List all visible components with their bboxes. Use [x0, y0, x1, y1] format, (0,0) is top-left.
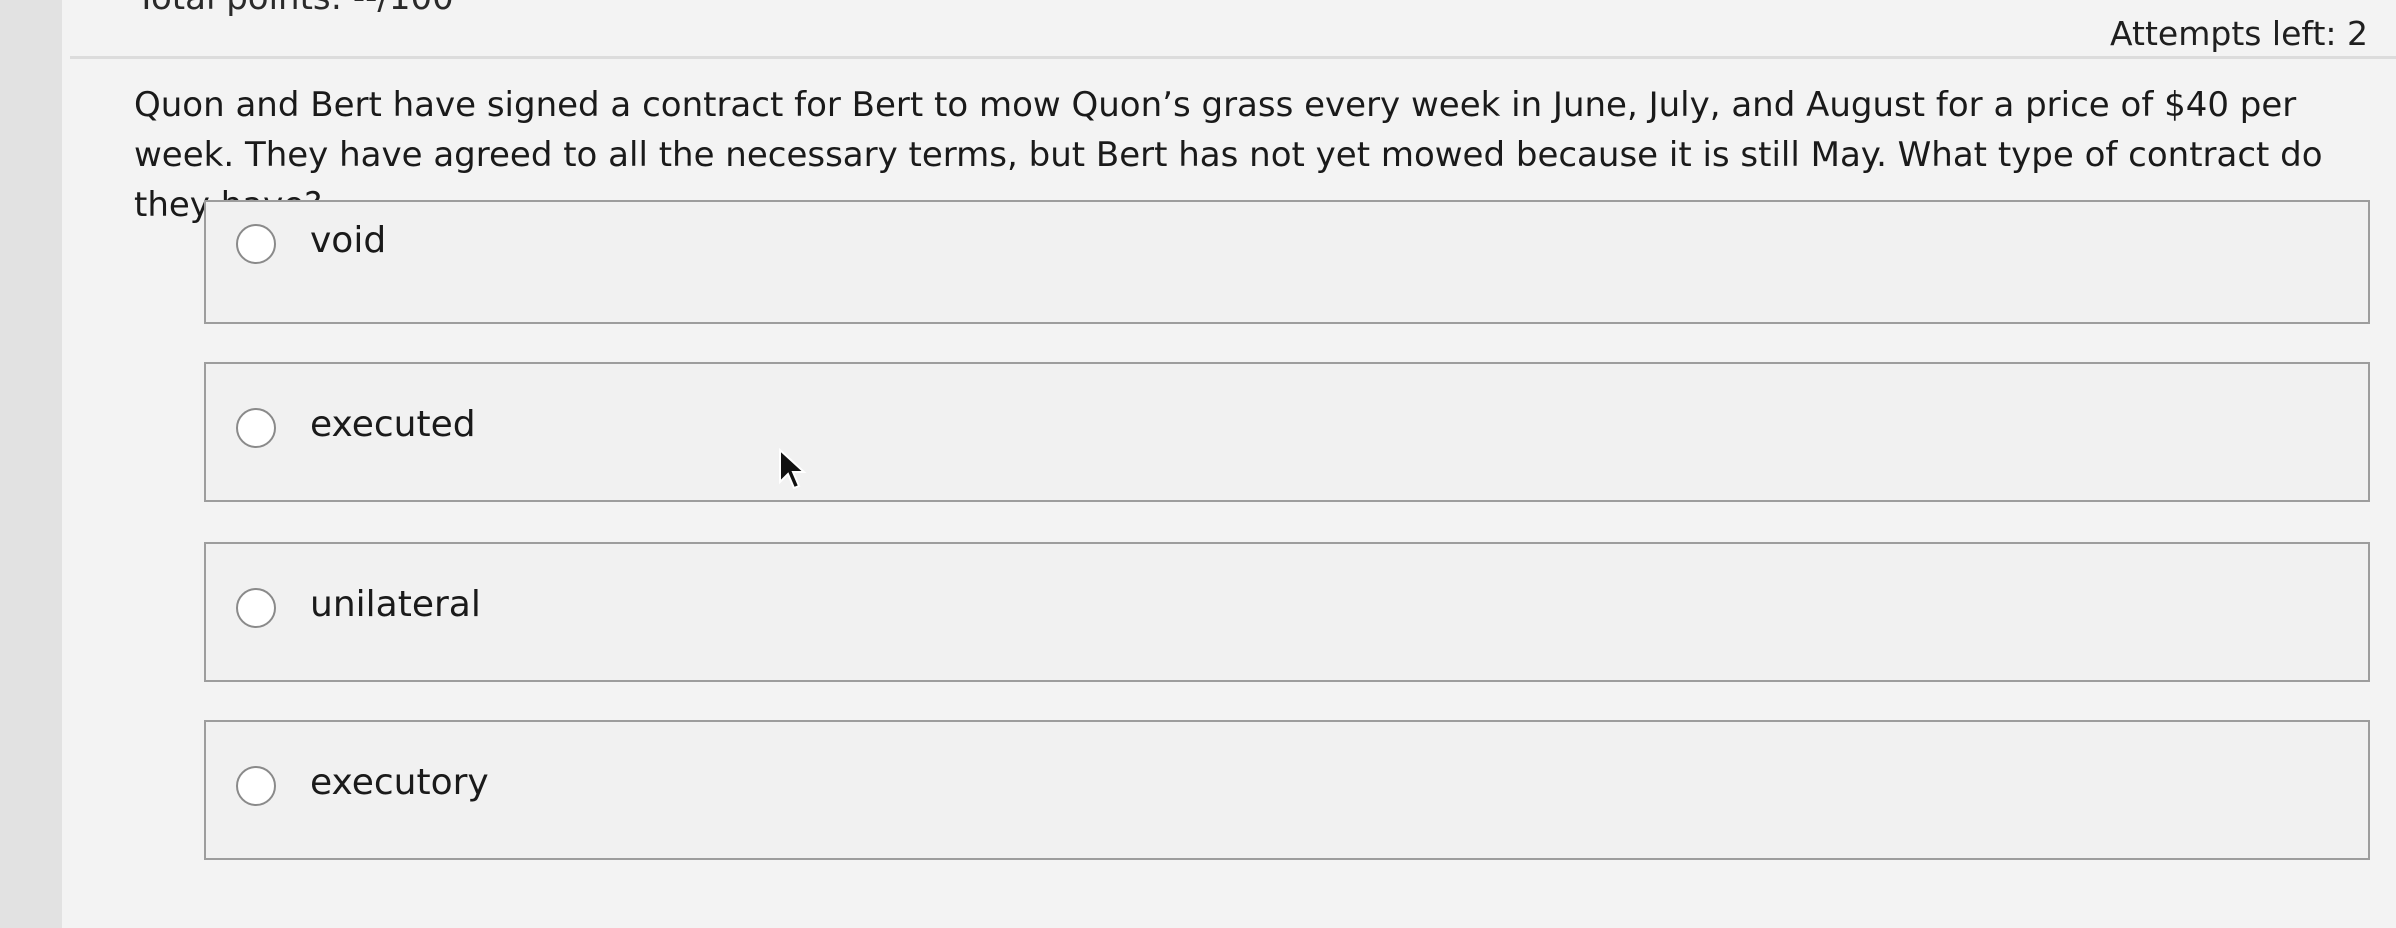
header-divider — [70, 56, 2396, 59]
total-points: Total points: --/100 — [136, 0, 454, 18]
radio-icon[interactable] — [236, 588, 276, 628]
answer-option-executed[interactable]: executed — [204, 362, 2370, 502]
answer-option-void[interactable]: void — [204, 200, 2370, 324]
radio-icon[interactable] — [236, 766, 276, 806]
answer-option-label: executed — [310, 404, 476, 445]
radio-icon[interactable] — [236, 224, 276, 264]
answer-option-executory[interactable]: executory — [204, 720, 2370, 860]
radio-icon[interactable] — [236, 408, 276, 448]
mouse-pointer-icon — [779, 448, 807, 490]
answer-option-unilateral[interactable]: unilateral — [204, 542, 2370, 682]
attempts-left: Attempts left: 2 — [2110, 14, 2368, 53]
answer-option-label: unilateral — [310, 584, 481, 625]
answer-option-label: executory — [310, 762, 489, 803]
answer-option-label: void — [310, 220, 387, 261]
page-left-margin — [0, 0, 62, 928]
